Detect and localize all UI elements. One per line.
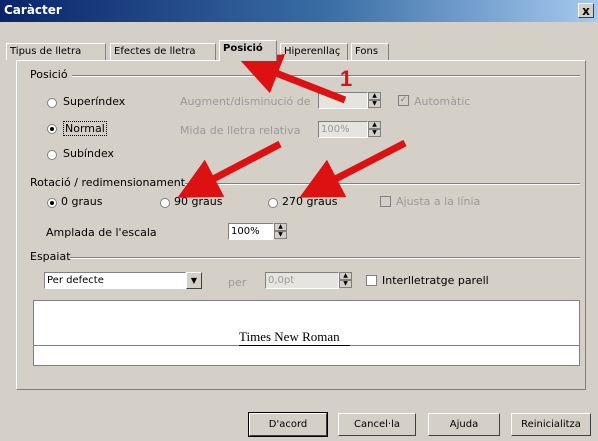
cancel-button[interactable]: Cancel·la	[338, 413, 416, 436]
spacing-by-label: per	[228, 276, 247, 289]
radio-90-degrees[interactable]	[160, 198, 170, 208]
preview-text: Times New Roman	[239, 329, 350, 346]
raise-lower-input[interactable]	[318, 92, 368, 109]
ok-button[interactable]: D'acord	[248, 412, 328, 437]
tab-position[interactable]: Posició	[219, 40, 277, 61]
scale-width-spinner[interactable]: ▲ ▼	[274, 223, 287, 240]
radio-270-degrees[interactable]	[268, 198, 278, 208]
window-title: Caràcter	[4, 3, 62, 17]
90-degrees-label: 90 graus	[174, 195, 223, 208]
normal-label: Normal	[63, 121, 107, 136]
position-separator	[72, 75, 580, 77]
scale-width-input[interactable]: 100%	[228, 223, 274, 240]
raise-lower-spinner[interactable]: ▲ ▼	[368, 92, 381, 109]
annotation-number: 1	[340, 66, 353, 91]
automatic-checkbox[interactable]: ✓	[398, 95, 409, 106]
spacing-by-spinner[interactable]: ▲ ▼	[339, 272, 352, 289]
close-button[interactable]: x	[578, 3, 594, 18]
spacing-select[interactable]: Per defecte	[44, 272, 186, 289]
relative-size-spinner[interactable]: ▲ ▼	[368, 121, 381, 138]
tab-font[interactable]: Tipus de lletra	[6, 43, 106, 60]
relative-size-input[interactable]: 100%	[318, 121, 368, 138]
spacing-section-title: Espaiat	[30, 250, 71, 263]
title-bar: Caràcter x	[0, 0, 598, 22]
raise-lower-label: Augment/disminució de	[180, 95, 311, 108]
spacing-by-input[interactable]: 0,0pt	[265, 272, 339, 289]
relative-size-label: Mida de lletra relativa	[180, 124, 301, 137]
rotation-section-title: Rotació / redimensionament	[30, 176, 186, 189]
font-preview: Times New Roman	[33, 300, 580, 366]
automatic-label: Automàtic	[414, 95, 471, 108]
scale-width-label: Amplada de l'escala	[46, 226, 157, 239]
help-button[interactable]: Ajuda	[428, 413, 500, 436]
radio-normal[interactable]	[47, 124, 57, 134]
0-degrees-label: 0 graus	[61, 195, 103, 208]
subscript-label: Subíndex	[63, 147, 115, 160]
tab-font-effects[interactable]: Efectes de lletra	[110, 43, 216, 60]
reset-button[interactable]: Reinicialitza	[511, 413, 591, 436]
tab-hyperlink[interactable]: Hiperenllaç	[280, 43, 348, 60]
rotation-separator	[185, 183, 580, 185]
superscript-label: Superíndex	[63, 95, 126, 108]
fit-to-line-checkbox[interactable]	[380, 196, 391, 207]
spacing-dropdown-button[interactable]: ▼	[186, 272, 202, 289]
radio-0-degrees[interactable]	[47, 198, 57, 208]
pair-kerning-label: Interlletratge parell	[382, 274, 489, 287]
fit-to-line-label: Ajusta a la línia	[396, 195, 481, 208]
270-degrees-label: 270 graus	[282, 195, 338, 208]
pair-kerning-checkbox[interactable]	[366, 275, 377, 286]
position-section-title: Posició	[30, 68, 68, 81]
radio-subscript[interactable]	[47, 150, 57, 160]
spacing-separator	[70, 257, 580, 259]
tab-background[interactable]: Fons	[351, 43, 389, 60]
radio-superscript[interactable]	[47, 98, 57, 108]
